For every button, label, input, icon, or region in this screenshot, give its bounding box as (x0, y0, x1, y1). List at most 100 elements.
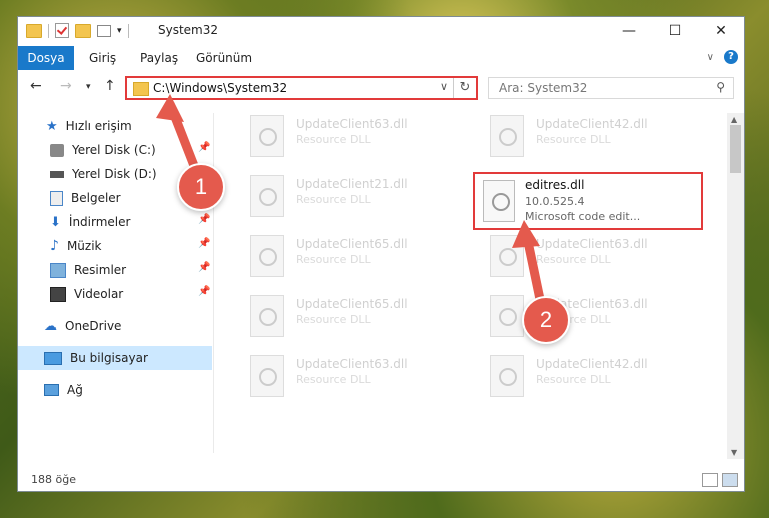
sidebar-item-label: Videolar (74, 287, 124, 301)
pin-icon[interactable]: 📌 (198, 142, 210, 153)
search-placeholder: Ara: System32 (499, 81, 588, 95)
dll-file-icon (250, 175, 284, 217)
sidebar-item-label: OneDrive (65, 319, 122, 333)
tab-home[interactable]: Giriş (89, 46, 116, 70)
sidebar-item-network[interactable]: Ağ (44, 379, 83, 401)
vertical-scrollbar[interactable]: ▲ ▼ (727, 113, 744, 459)
scroll-up-icon[interactable]: ▲ (731, 115, 737, 124)
file-name: UpdateClient63.dll (536, 237, 648, 251)
back-arrow-icon[interactable]: ← (30, 78, 42, 94)
file-name: UpdateClient21.dll (296, 177, 408, 191)
pin-icon[interactable]: 📌 (198, 286, 210, 297)
file-item[interactable]: UpdateClient42.dll Resource DLL (480, 109, 700, 161)
step-1-badge: 1 (177, 163, 225, 211)
file-item[interactable]: UpdateClient63.dll Resource DLL (480, 289, 700, 341)
cloud-icon: ☁ (44, 318, 57, 334)
sidebar-item-videos[interactable]: Videolar (50, 283, 123, 305)
details-view-icon[interactable] (702, 473, 718, 487)
sidebar-item-quick-access[interactable]: ★ Hızlı erişim (46, 115, 132, 137)
star-icon: ★ (46, 118, 58, 134)
minimize-button[interactable]: — (606, 17, 652, 45)
dll-file-icon (250, 115, 284, 157)
folder-icon (26, 23, 42, 38)
file-type: Resource DLL (296, 313, 371, 326)
new-folder-icon[interactable] (75, 23, 91, 38)
chevron-down-icon[interactable]: ∨ (440, 80, 448, 93)
address-bar[interactable]: C:\Windows\System32 ∨ ↻ (125, 76, 478, 100)
file-item[interactable]: UpdateClient65.dll Resource DLL (240, 229, 460, 281)
file-name: UpdateClient63.dll (296, 117, 408, 131)
file-name: UpdateClient42.dll (536, 117, 648, 131)
file-version: 10.0.525.4 (525, 195, 585, 208)
divider (127, 23, 129, 38)
sidebar-item-c-drive[interactable]: Yerel Disk (C:) (50, 139, 156, 161)
file-item[interactable]: UpdateClient63.dll Resource DLL (240, 109, 460, 161)
search-icon[interactable]: ⚲ (716, 80, 725, 94)
sidebar-item-label: Yerel Disk (D:) (72, 167, 157, 181)
sidebar-item-onedrive[interactable]: ☁ OneDrive (44, 315, 121, 337)
sidebar-item-documents[interactable]: Belgeler (50, 187, 121, 209)
computer-icon (44, 351, 62, 365)
explorer-window: ▾ System32 — ☐ ✕ Dosya Giriş Paylaş Görü… (17, 16, 745, 492)
network-icon (44, 384, 59, 396)
pin-icon[interactable]: 📌 (198, 238, 210, 249)
dll-file-icon (490, 235, 524, 277)
properties-icon[interactable] (55, 23, 69, 38)
sidebar-item-label: İndirmeler (68, 215, 131, 229)
sidebar-item-this-pc[interactable]: Bu bilgisayar (44, 347, 148, 369)
file-type: Resource DLL (536, 133, 611, 146)
sidebar-item-label: Yerel Disk (C:) (72, 143, 156, 157)
file-grid: UpdateClient63.dll Resource DLL UpdateCl… (230, 109, 730, 459)
item-count: 188 öğe (31, 473, 76, 486)
video-icon (50, 286, 66, 302)
file-name: UpdateClient65.dll (296, 297, 408, 311)
refresh-icon[interactable]: ↻ (453, 78, 476, 98)
file-type: Resource DLL (296, 373, 371, 386)
file-type: Resource DLL (536, 373, 611, 386)
recent-locations-icon[interactable]: ▾ (86, 82, 91, 92)
scroll-down-icon[interactable]: ▼ (731, 448, 737, 457)
sidebar-item-music[interactable]: ♪ Müzik (50, 235, 101, 257)
title-bar: ▾ System32 — ☐ ✕ (18, 17, 744, 45)
sidebar-item-d-drive[interactable]: Yerel Disk (D:) (50, 163, 157, 185)
folder-icon (133, 82, 149, 96)
tab-file[interactable]: Dosya (18, 46, 74, 70)
scroll-thumb[interactable] (730, 125, 741, 173)
dll-file-icon (490, 355, 524, 397)
close-button[interactable]: ✕ (698, 17, 744, 45)
file-item[interactable]: UpdateClient65.dll Resource DLL (240, 289, 460, 341)
tab-share[interactable]: Paylaş (140, 46, 178, 70)
chevron-down-icon[interactable]: ▾ (117, 26, 122, 36)
sidebar-item-label: Müzik (66, 239, 102, 253)
file-item[interactable]: UpdateClient63.dll Resource DLL (240, 349, 460, 401)
pin-icon[interactable]: 📌 (198, 262, 210, 273)
customize-toolbar-icon[interactable] (97, 24, 111, 37)
sidebar-item-pictures[interactable]: Resimler (50, 259, 126, 281)
expand-ribbon-icon[interactable]: ∨ (707, 52, 714, 63)
file-name: editres.dll (525, 178, 585, 192)
file-name: UpdateClient65.dll (296, 237, 408, 251)
file-item[interactable]: UpdateClient21.dll Resource DLL (240, 169, 460, 221)
forward-arrow-icon[interactable]: → (60, 78, 72, 94)
help-icon[interactable]: ? (724, 50, 738, 64)
search-input[interactable]: Ara: System32 ⚲ (488, 77, 734, 99)
file-type: Resource DLL (296, 133, 371, 146)
maximize-button[interactable]: ☐ (652, 17, 698, 45)
file-item[interactable]: UpdateClient63.dll Resource DLL (480, 229, 700, 281)
pin-icon[interactable]: 📌 (198, 214, 210, 225)
file-description: Microsoft code edit... (525, 210, 641, 223)
window-title: System32 (158, 23, 219, 37)
sidebar-item-label: Ağ (67, 383, 83, 397)
sidebar-item-downloads[interactable]: ⬇ İndirmeler (50, 211, 130, 233)
large-icons-view-icon[interactable] (722, 473, 738, 487)
navigation-bar: ← → ▾ ↑ C:\Windows\System32 ∨ ↻ Ara: Sys… (18, 73, 744, 103)
up-arrow-icon[interactable]: ↑ (104, 78, 116, 94)
file-item[interactable]: UpdateClient42.dll Resource DLL (480, 349, 700, 401)
navigation-pane: ★ Hızlı erişim Yerel Disk (C:) 📌 Yerel D… (18, 113, 212, 453)
tab-view[interactable]: Görünüm (196, 46, 252, 70)
address-path[interactable]: C:\Windows\System32 (153, 81, 287, 95)
sidebar-item-label: Hızlı erişim (65, 119, 132, 133)
dll-file-icon (490, 295, 524, 337)
step-2-badge: 2 (522, 296, 570, 344)
selected-file-item[interactable]: editres.dll 10.0.525.4 Microsoft code ed… (473, 172, 703, 230)
